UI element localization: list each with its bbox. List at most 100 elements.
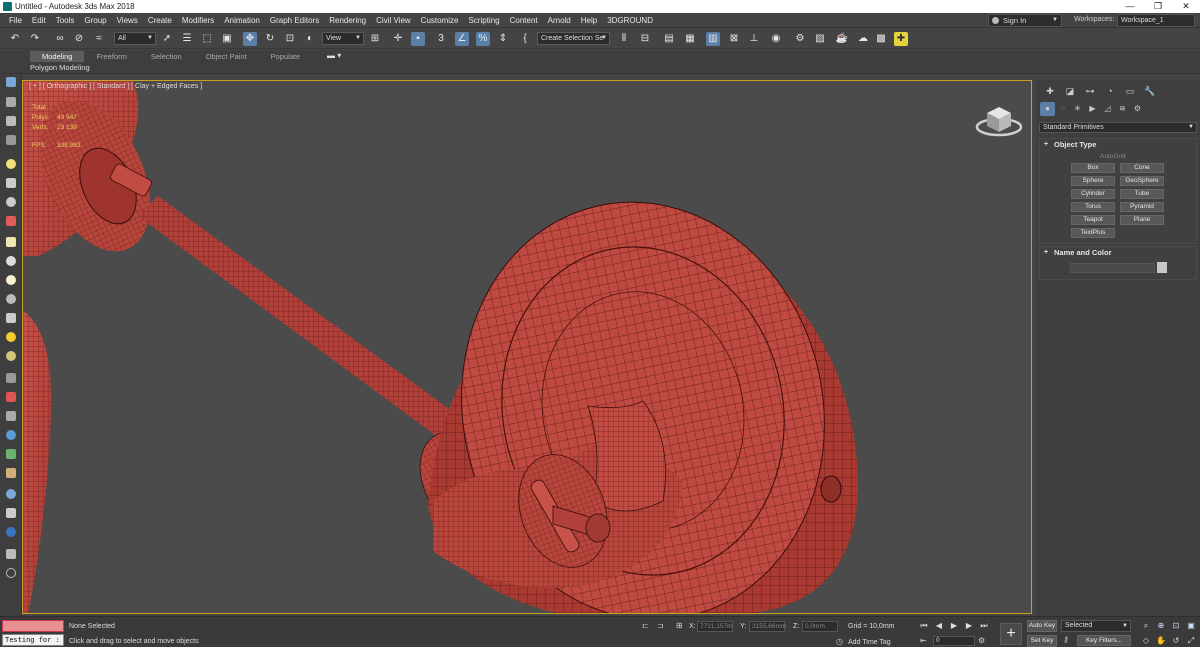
scene-explorer-icon[interactable]: ▤ [662, 32, 676, 46]
plane-icon[interactable] [4, 254, 18, 268]
toggle-ribbon-icon[interactable]: ▥ [706, 32, 720, 46]
menu-rendering[interactable]: Rendering [324, 13, 371, 28]
cone-icon[interactable] [4, 311, 18, 325]
create-textplus-button[interactable]: TextPlus [1071, 228, 1115, 238]
menu-create[interactable]: Create [143, 13, 177, 28]
create-tab-icon[interactable]: ✚ [1040, 84, 1060, 98]
sphere-icon[interactable] [4, 273, 18, 287]
time-tag-icon[interactable]: ◷ [836, 637, 843, 646]
previous-frame-icon[interactable]: ◀ [933, 620, 945, 632]
create-teapot-button[interactable]: Teapot [1071, 215, 1115, 225]
utilities-tab-icon[interactable]: 🔧 [1140, 84, 1160, 98]
motion-tab-icon[interactable]: ◔ [1100, 84, 1120, 98]
geosphere-icon[interactable] [4, 349, 18, 363]
ribbon-options-icon[interactable]: ▬ ▾ [327, 51, 341, 60]
key-mode-icon[interactable]: ⇤ [920, 636, 927, 645]
create-torus-button[interactable]: Torus [1071, 202, 1115, 212]
menu-graph-editors[interactable]: Graph Editors [265, 13, 324, 28]
isolate-selection-icon[interactable]: ⊏ [642, 621, 649, 630]
ribbon-tab-modeling[interactable]: Modeling [30, 51, 85, 62]
menu-modifiers[interactable]: Modifiers [177, 13, 219, 28]
align-icon[interactable]: ⊟ [638, 32, 652, 46]
keyboard-shortcut-icon[interactable]: ✛ [391, 32, 405, 46]
menu-scripting[interactable]: Scripting [463, 13, 504, 28]
zoom-extents-all-icon[interactable]: ▣ [1185, 620, 1197, 632]
menu-file[interactable]: File [4, 13, 27, 28]
auto-key-button[interactable]: Auto Key [1027, 620, 1057, 632]
key-selection-set-select[interactable]: Selected ▼ [1061, 620, 1131, 632]
maxscript-listener-output[interactable] [2, 620, 64, 632]
render-in-cloud-icon[interactable]: ☁ [856, 32, 870, 46]
display-options-icon[interactable] [4, 95, 18, 109]
menu-help[interactable]: Help [576, 13, 602, 28]
light-bulb-icon[interactable] [4, 157, 18, 171]
create-cone-button[interactable]: Cone [1120, 163, 1164, 173]
ribbon-panel-title[interactable]: Polygon Modeling [30, 63, 90, 73]
hierarchy-icon[interactable] [4, 390, 18, 404]
curve-editor-icon[interactable]: ⊠ [727, 32, 741, 46]
maxscript-mini-listener[interactable]: Testing for : [2, 634, 64, 646]
create-box-button[interactable]: Box [1071, 163, 1115, 173]
zoom-all-icon[interactable]: ⊕ [1155, 620, 1167, 632]
create-tube-button[interactable]: Tube [1120, 189, 1164, 199]
angle-snap-icon[interactable]: ∠ [455, 32, 469, 46]
ribbon-tab-populate[interactable]: Populate [259, 51, 313, 62]
menu-group[interactable]: Group [79, 13, 111, 28]
spinner-snap-icon[interactable]: ⇕ [496, 32, 510, 46]
zoom-icon[interactable]: ⌕ [1140, 620, 1152, 632]
ribbon-tab-freeform[interactable]: Freeform [84, 51, 138, 62]
set-keys-button[interactable]: + [1000, 623, 1022, 645]
modify-tab-icon[interactable]: ◪ [1060, 84, 1080, 98]
name-and-color-title[interactable]: Name and Color [1040, 247, 1196, 259]
percent-snap-icon[interactable]: % [476, 32, 490, 46]
particle-icon[interactable] [4, 466, 18, 480]
plant-icon[interactable] [4, 447, 18, 461]
reference-coordinate-select[interactable]: View ▼ [322, 32, 364, 45]
go-to-end-icon[interactable]: ⏭ [978, 620, 990, 632]
ribbon-tab-selection[interactable]: Selection [139, 51, 194, 62]
orbit-icon[interactable]: ↺ [1170, 635, 1182, 647]
menu-tools[interactable]: Tools [51, 13, 80, 28]
sign-in-button[interactable]: Sign In ▼ [988, 14, 1062, 27]
space-warp-icon[interactable] [4, 214, 18, 228]
window-crossing-icon[interactable]: ▣ [220, 32, 234, 46]
autogrid-checkbox[interactable]: AutoGrid [1100, 153, 1126, 160]
lights-icon[interactable]: ☀ [1070, 102, 1085, 116]
motion-icon[interactable] [4, 409, 18, 423]
space-warps-icon[interactable]: ≋ [1115, 102, 1130, 116]
container-icon[interactable] [4, 133, 18, 147]
object-type-title[interactable]: Object Type [1040, 139, 1196, 151]
absolute-mode-icon[interactable]: ⊞ [676, 621, 683, 630]
undo-icon[interactable]: ↶ [8, 32, 22, 46]
set-key-button[interactable]: Set Key [1027, 635, 1057, 647]
scene-model[interactable] [23, 81, 1032, 614]
mirror-icon[interactable]: ⫴ [617, 32, 631, 46]
named-selection-select[interactable]: Create Selection Se ▼ [537, 32, 610, 45]
add-time-tag-button[interactable]: Add Time Tag [848, 639, 891, 646]
next-frame-icon[interactable]: ▶ [963, 620, 975, 632]
object-name-field[interactable] [1070, 263, 1155, 273]
sun-icon[interactable] [4, 330, 18, 344]
play-icon[interactable]: ▶ [948, 620, 960, 632]
field-of-view-icon[interactable]: ◇ [1140, 635, 1152, 647]
link-icon[interactable]: ∞ [53, 32, 67, 46]
object-color-swatch[interactable] [1157, 262, 1167, 273]
geometry-icon[interactable]: ● [1040, 102, 1055, 116]
plugin-icon[interactable]: ✚ [894, 32, 908, 46]
display-tab-icon[interactable]: ▭ [1120, 84, 1140, 98]
unlink-icon[interactable]: ⊘ [72, 32, 86, 46]
reflection-icon[interactable] [4, 487, 18, 501]
create-plane-button[interactable]: Plane [1120, 215, 1164, 225]
x-coordinate-field[interactable]: 7721,157m [697, 621, 733, 632]
viewcube-icon[interactable] [975, 99, 1023, 139]
menu-arnold[interactable]: Arnold [543, 13, 576, 28]
globe-icon[interactable] [4, 428, 18, 442]
selection-lock-toggle-icon[interactable]: ⊐ [657, 621, 664, 630]
menu-animation[interactable]: Animation [219, 13, 265, 28]
zoom-extents-icon[interactable]: ⊡ [1170, 620, 1182, 632]
render-color-icon[interactable] [4, 525, 18, 539]
render-iterative-icon[interactable]: ▩ [874, 32, 888, 46]
menu-civil-view[interactable]: Civil View [371, 13, 416, 28]
document-icon[interactable] [4, 506, 18, 520]
render-production-icon[interactable]: ☕ [835, 32, 849, 46]
